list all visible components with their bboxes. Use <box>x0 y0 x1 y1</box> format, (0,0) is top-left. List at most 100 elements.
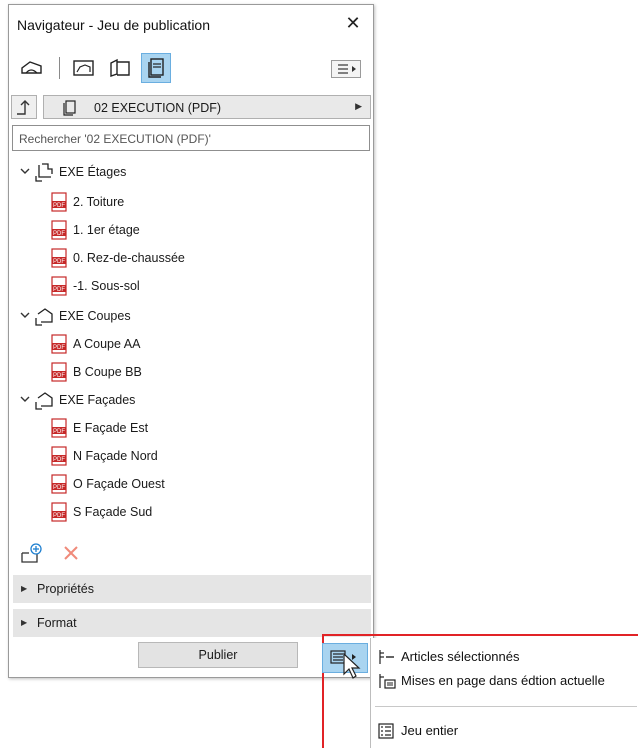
tree-group-floors[interactable]: EXE Étages <box>9 159 373 187</box>
item-label: 2. Toiture <box>73 195 125 209</box>
title-bar: Navigateur - Jeu de publication ✕ <box>9 5 373 41</box>
mouse-cursor-icon <box>343 652 361 679</box>
pdf-icon: PDF <box>51 192 67 212</box>
options-menu-button[interactable] <box>331 60 361 78</box>
project-map-button[interactable] <box>17 53 47 83</box>
tree-item[interactable]: PDF 2. Toiture <box>9 189 373 217</box>
item-label: -1. Sous-sol <box>73 279 140 293</box>
item-label: A Coupe AA <box>73 337 141 351</box>
tree-group-elevations[interactable]: EXE Façades <box>9 387 373 415</box>
item-label: N Façade Nord <box>73 449 158 463</box>
section-folder-icon <box>35 308 53 326</box>
layouts-icon <box>379 674 396 689</box>
expand-arrow-icon: ▶ <box>21 584 28 593</box>
elevation-folder-icon <box>35 392 53 410</box>
expand-arrow-icon: ▶ <box>21 618 28 627</box>
group-label: EXE Façades <box>59 393 136 407</box>
separator <box>59 57 60 79</box>
item-label: B Coupe BB <box>73 365 142 379</box>
search-field-container <box>12 125 370 151</box>
menu-item-label: Mises en page dans édtion actuelle <box>401 673 605 688</box>
floor-folder-icon <box>35 163 53 182</box>
go-up-button[interactable] <box>11 95 37 119</box>
publish-scope-menu: Articles sélectionnés Mises en page dans… <box>370 638 638 748</box>
publish-button[interactable]: Publier <box>138 642 298 668</box>
chevron-down-icon <box>20 168 30 174</box>
group-label: EXE Coupes <box>59 309 131 323</box>
menu-item-layouts-in-edition[interactable]: Mises en page dans édtion actuelle <box>371 668 638 694</box>
tree-item[interactable]: PDF O Façade Ouest <box>9 471 373 499</box>
item-label: 0. Rez-de-chaussée <box>73 251 185 265</box>
pdf-icon: PDF <box>51 248 67 268</box>
menu-item-selected-items[interactable]: Articles sélectionnés <box>371 644 638 670</box>
menu-item-entire-set[interactable]: Jeu entier <box>371 718 638 744</box>
menu-arrow-icon <box>338 64 356 74</box>
tree-item[interactable]: PDF S Façade Sud <box>9 499 373 527</box>
pdf-icon: PDF <box>51 474 67 494</box>
entire-set-icon <box>378 723 394 739</box>
properties-section[interactable]: ▶ Propriétés <box>13 575 371 603</box>
item-label: 1. 1er étage <box>73 223 140 237</box>
pdf-icon: PDF <box>51 502 67 522</box>
svg-text:PDF: PDF <box>53 485 65 491</box>
publisher-set-selector[interactable]: 02 EXECUTION (PDF) ▶ <box>43 95 371 119</box>
tree-item[interactable]: PDF E Façade Est <box>9 415 373 443</box>
pdf-icon: PDF <box>51 446 67 466</box>
item-label: E Façade Est <box>73 421 149 435</box>
pdf-icon: PDF <box>51 418 67 438</box>
chevron-right-icon: ▶ <box>355 101 362 111</box>
svg-text:PDF: PDF <box>53 259 65 265</box>
svg-text:PDF: PDF <box>53 231 65 237</box>
new-folder-icon <box>21 543 42 563</box>
tree-item[interactable]: PDF N Façade Nord <box>9 443 373 471</box>
chevron-down-icon <box>20 396 30 402</box>
menu-item-label: Jeu entier <box>401 723 459 738</box>
selected-items-icon <box>379 650 394 664</box>
svg-text:PDF: PDF <box>53 457 65 463</box>
menu-item-label: Articles sélectionnés <box>401 649 520 664</box>
search-input[interactable] <box>17 127 361 151</box>
svg-text:PDF: PDF <box>53 287 65 293</box>
publisher-sets-icon <box>148 58 164 78</box>
up-arrow-icon <box>17 100 30 115</box>
publisher-sets-button[interactable] <box>141 53 171 83</box>
view-map-button[interactable] <box>69 53 99 83</box>
close-button[interactable]: ✕ <box>343 13 363 33</box>
pdf-icon: PDF <box>51 334 67 354</box>
delete-button[interactable] <box>61 543 81 563</box>
tree-group-sections[interactable]: EXE Coupes <box>9 303 373 331</box>
chevron-down-icon <box>20 312 30 318</box>
format-label: Format <box>37 616 77 630</box>
publisher-set-name: 02 EXECUTION (PDF) <box>94 101 222 115</box>
group-label: EXE Étages <box>59 165 127 179</box>
navigator-mode-bar <box>9 49 373 89</box>
window-title: Navigateur - Jeu de publication <box>17 17 211 33</box>
item-label: O Façade Ouest <box>73 477 165 491</box>
svg-text:PDF: PDF <box>53 429 65 435</box>
pdf-icon: PDF <box>51 362 67 382</box>
format-section[interactable]: ▶ Format <box>13 609 371 637</box>
properties-label: Propriétés <box>37 582 94 596</box>
delete-icon <box>64 546 78 560</box>
tree-item[interactable]: PDF A Coupe AA <box>9 331 373 359</box>
publisher-set-bar: 02 EXECUTION (PDF) ▶ <box>11 95 371 121</box>
item-label: S Façade Sud <box>73 505 153 519</box>
menu-separator <box>375 706 637 707</box>
svg-text:PDF: PDF <box>53 373 65 379</box>
tree-item[interactable]: PDF 0. Rez-de-chaussée <box>9 245 373 273</box>
tree-item[interactable]: PDF -1. Sous-sol <box>9 273 373 301</box>
tree-item[interactable]: PDF B Coupe BB <box>9 359 373 387</box>
view-map-icon <box>73 60 94 76</box>
project-map-icon <box>21 61 42 74</box>
navigator-panel: Navigateur - Jeu de publication ✕ 02 EXE… <box>8 4 374 678</box>
svg-text:PDF: PDF <box>53 513 65 519</box>
publisher-set-icon <box>63 100 76 116</box>
pdf-icon: PDF <box>51 220 67 240</box>
svg-text:PDF: PDF <box>53 203 65 209</box>
layout-book-button[interactable] <box>105 53 135 83</box>
new-folder-button[interactable] <box>19 541 45 565</box>
tree-actions <box>9 541 373 567</box>
pdf-icon: PDF <box>51 276 67 296</box>
tree-item[interactable]: PDF 1. 1er étage <box>9 217 373 245</box>
layout-book-icon <box>110 58 130 77</box>
